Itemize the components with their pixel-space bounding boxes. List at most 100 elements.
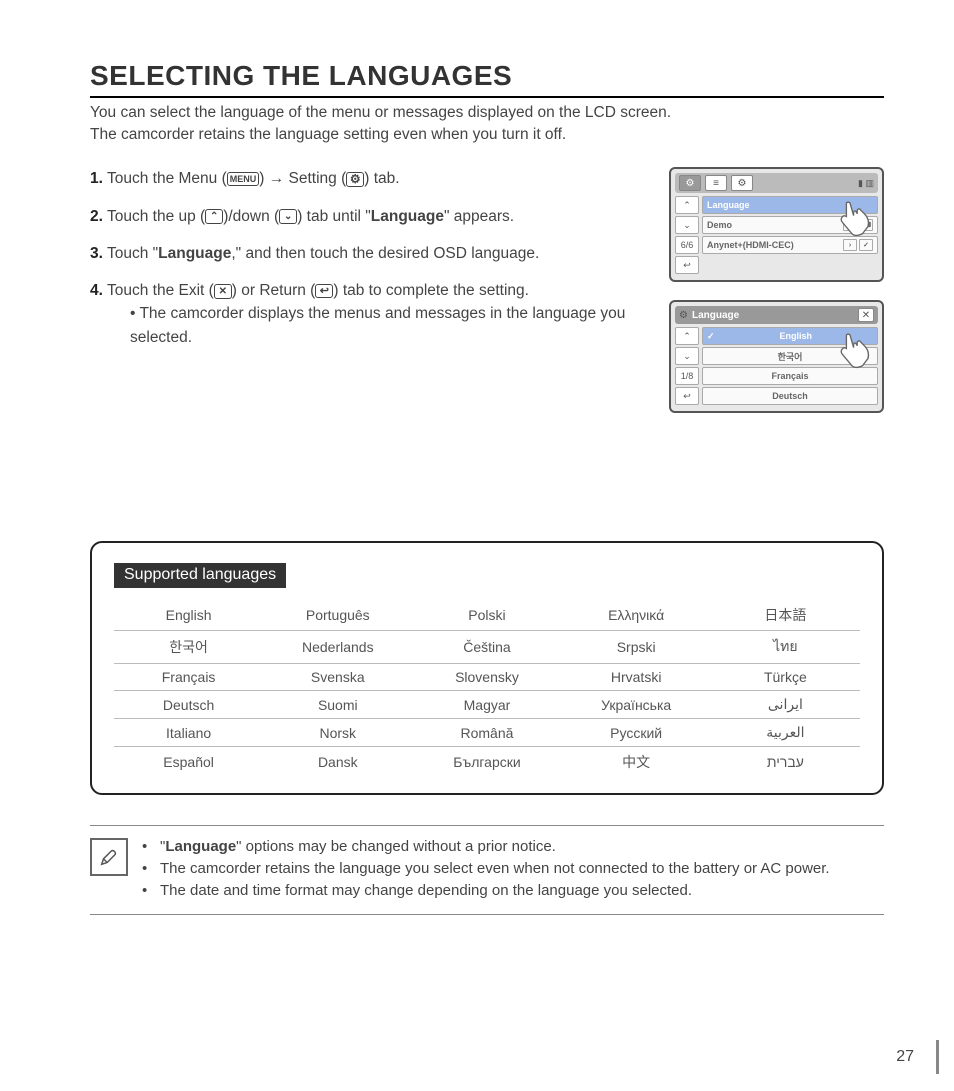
- language-cell: Română: [412, 719, 561, 747]
- language-cell: Български: [412, 747, 561, 778]
- menu-item-language: Language: [702, 196, 878, 214]
- language-cell: Suomi: [263, 691, 412, 719]
- check-icon: ✓: [707, 331, 715, 342]
- step-number: 1.: [90, 170, 103, 187]
- chevron-right-icon: ›: [843, 239, 857, 251]
- intro-text: You can select the language of the menu …: [90, 102, 884, 145]
- notes-section: •"Language" options may be changed witho…: [90, 825, 884, 914]
- table-row: EspañolDanskБългарски中文עברית: [114, 747, 860, 778]
- keyboard-icon: ⌨: [859, 219, 873, 231]
- page-number: 27: [896, 1048, 914, 1066]
- down-arrow-icon: [279, 209, 297, 224]
- return-button: ↩: [675, 256, 699, 274]
- page-indicator: 1/8: [675, 367, 699, 385]
- supported-languages-heading: Supported languages: [114, 563, 286, 588]
- gear-tab2-icon: ⚙: [731, 175, 753, 191]
- gear-tab-icon: ⚙: [679, 175, 701, 191]
- exit-icon: [214, 284, 232, 299]
- table-row: 한국어NederlandsČeštinaSrpskiไทย: [114, 631, 860, 664]
- page-indicator: 6/6: [675, 236, 699, 254]
- gear-icon: ⚙: [679, 310, 688, 321]
- lang-item-english: ✓English: [702, 327, 878, 345]
- language-cell: Русский: [562, 719, 711, 747]
- language-cell: Hrvatski: [562, 664, 711, 691]
- language-cell: 中文: [562, 747, 711, 778]
- up-button: ⌃: [675, 327, 699, 345]
- gear-icon: [346, 172, 364, 187]
- language-cell: English: [114, 600, 263, 631]
- language-cell: Magyar: [412, 691, 561, 719]
- step-text: Touch the Exit (: [107, 282, 214, 299]
- step-text: ," and then touch the desired OSD langua…: [231, 245, 539, 262]
- languages-table: EnglishPortuguêsPolskiΕλληνικά日本語한국어Nede…: [114, 600, 860, 777]
- lcd-language-menu: ⚙ Language ✕ ⌃✓English ⌄한국어 1/8Français …: [669, 300, 884, 413]
- note-3: •The date and time format may change dep…: [142, 880, 830, 902]
- table-row: DeutschSuomiMagyarУкраїнськаایرانی: [114, 691, 860, 719]
- step-bold: Language: [371, 208, 444, 225]
- language-cell: العربية: [711, 719, 860, 747]
- step-1: 1. Touch the Menu (MENU) → Setting () ta…: [90, 167, 644, 190]
- language-cell: ไทย: [711, 631, 860, 664]
- table-row: EnglishPortuguêsPolskiΕλληνικά日本語: [114, 600, 860, 631]
- language-cell: ایرانی: [711, 691, 860, 719]
- language-cell: Čeština: [412, 631, 561, 664]
- note-1: •"Language" options may be changed witho…: [142, 836, 830, 858]
- lcd-title: Language: [692, 310, 739, 321]
- step-text: Touch the Menu (: [107, 170, 227, 187]
- lang-item-korean: 한국어: [702, 347, 878, 365]
- language-cell: Srpski: [562, 631, 711, 664]
- language-cell: Português: [263, 600, 412, 631]
- step-text: Touch the up (: [107, 208, 205, 225]
- language-cell: 한국어: [114, 631, 263, 664]
- language-cell: Italiano: [114, 719, 263, 747]
- return-icon: [315, 284, 333, 298]
- note-icon: [90, 838, 128, 876]
- manual-page: SELECTING THE LANGUAGES You can select t…: [0, 0, 954, 1091]
- language-cell: Svenska: [263, 664, 412, 691]
- language-cell: 日本語: [711, 600, 860, 631]
- content-row: 1. Touch the Menu (MENU) → Setting () ta…: [90, 167, 884, 431]
- notes-list: •"Language" options may be changed witho…: [142, 836, 830, 901]
- lcd-topbar-2: ⚙ Language ✕: [675, 306, 878, 324]
- menu-item-demo: Demo›⌨: [702, 216, 878, 234]
- up-arrow-icon: [205, 209, 223, 224]
- step-number: 3.: [90, 245, 103, 262]
- chevron-right-icon: ›: [843, 219, 857, 231]
- table-row: ItalianoNorskRomânăРусскийالعربية: [114, 719, 860, 747]
- language-cell: Français: [114, 664, 263, 691]
- step-text: Touch ": [107, 245, 158, 262]
- step-4: 4. Touch the Exit () or Return () tab to…: [90, 279, 644, 349]
- menu-item-anynet: Anynet+(HDMI-CEC)›✓: [702, 236, 878, 254]
- language-cell: Español: [114, 747, 263, 778]
- step-text: " appears.: [444, 208, 514, 225]
- language-cell: Polski: [412, 600, 561, 631]
- check-icon: ✓: [859, 239, 873, 251]
- step-text: ) tab to complete the setting.: [333, 282, 529, 299]
- language-cell: עברית: [711, 747, 860, 778]
- step-3: 3. Touch "Language," and then touch the …: [90, 242, 644, 265]
- language-cell: Українська: [562, 691, 711, 719]
- step-text: )/down (: [223, 208, 279, 225]
- language-cell: Deutsch: [114, 691, 263, 719]
- step-bold: Language: [158, 245, 231, 262]
- down-button: ⌄: [675, 216, 699, 234]
- step-number: 2.: [90, 208, 103, 225]
- lcd-settings-menu: ⚙ ≡ ⚙ ▮ ▥ ⌃Language ⌄Demo›⌨ 6/6Anynet+(H…: [669, 167, 884, 282]
- lcd-screenshots: ⚙ ≡ ⚙ ▮ ▥ ⌃ Language ⌄Demo›⌨ 6/6Anynet+(H…: [669, 167, 884, 431]
- note-2: •The camcorder retains the language you …: [142, 858, 830, 880]
- step-text: ) or Return (: [232, 282, 316, 299]
- battery-icon: ▮ ▥: [858, 178, 874, 189]
- list-tab-icon: ≡: [705, 175, 727, 191]
- language-cell: Türkçe: [711, 664, 860, 691]
- supported-languages-card: Supported languages EnglishPortuguêsPols…: [90, 541, 884, 795]
- step-sub: • The camcorder displays the menus and m…: [130, 302, 644, 349]
- language-cell: Nederlands: [263, 631, 412, 664]
- return-button: ↩: [675, 387, 699, 405]
- lang-item-french: Français: [702, 367, 878, 385]
- lang-item-german: Deutsch: [702, 387, 878, 405]
- language-cell: Norsk: [263, 719, 412, 747]
- language-cell: Dansk: [263, 747, 412, 778]
- step-text: ) → Setting (: [259, 170, 346, 187]
- page-title: SELECTING THE LANGUAGES: [90, 60, 884, 98]
- step-text: ) tab until ": [297, 208, 371, 225]
